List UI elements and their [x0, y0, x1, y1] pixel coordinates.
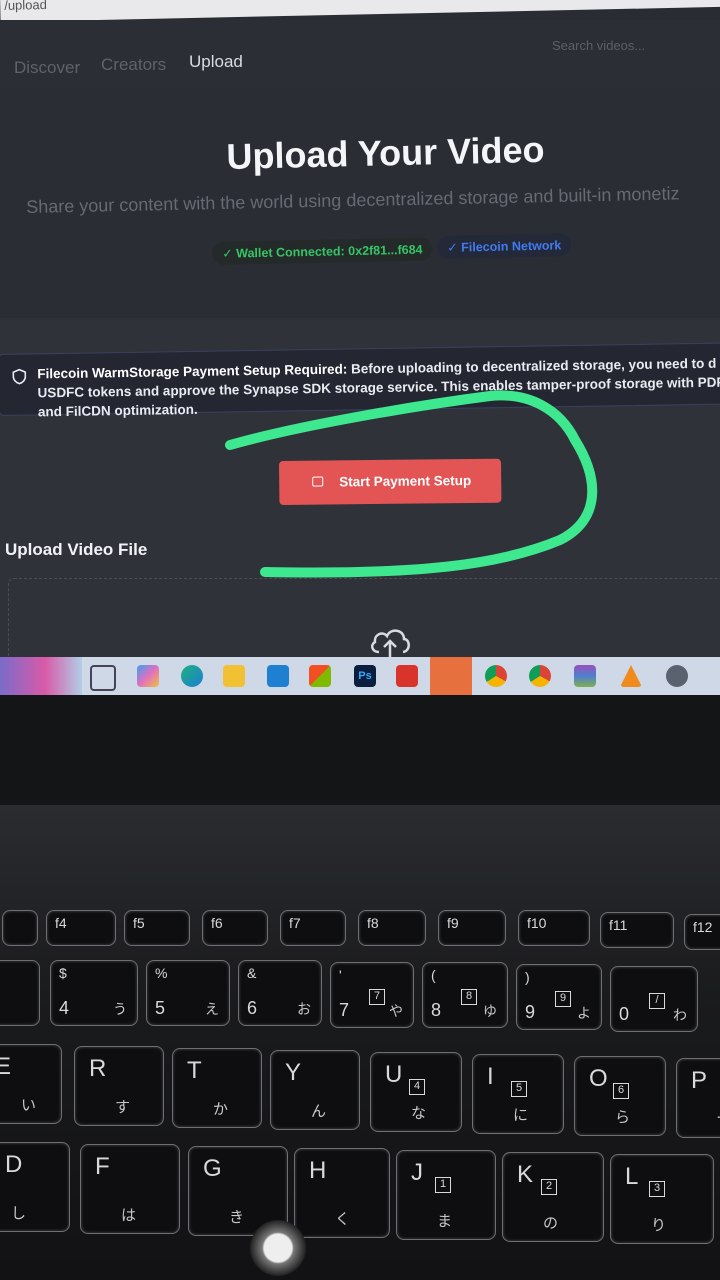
key-p[interactable]: Pせ — [676, 1058, 720, 1138]
vlc-icon[interactable] — [620, 665, 642, 687]
outlook-icon[interactable] — [267, 665, 289, 687]
store-icon[interactable] — [309, 665, 331, 687]
laptop-screen: /upload Discover Creators Upload Search … — [0, 0, 720, 695]
windows-taskbar: Ps — [0, 657, 720, 695]
edge-icon[interactable] — [181, 665, 203, 687]
winrar-icon[interactable] — [574, 665, 596, 687]
opera-icon[interactable] — [430, 657, 472, 695]
key-5[interactable]: % 5 え — [146, 960, 230, 1026]
key-f8[interactable]: f8 — [358, 910, 426, 946]
chrome-profile-icon[interactable] — [485, 665, 507, 687]
key-8[interactable]: (8 8 ゆ — [422, 962, 508, 1028]
key-h[interactable]: Hく — [294, 1148, 390, 1238]
key-f6[interactable]: f6 — [202, 910, 268, 946]
key-e[interactable]: Eい — [0, 1044, 62, 1124]
key-i[interactable]: I5に — [472, 1054, 564, 1134]
file-explorer-icon[interactable] — [223, 665, 245, 687]
key-f11[interactable]: f11 — [600, 912, 674, 948]
wallpaper-widget[interactable] — [0, 657, 82, 695]
key-4[interactable]: $4 う — [50, 960, 138, 1026]
copilot-icon[interactable] — [137, 665, 159, 687]
key-d[interactable]: Dし — [0, 1142, 70, 1232]
laptop-bezel — [0, 695, 720, 805]
key-fn-lock[interactable] — [2, 910, 38, 946]
trackpoint-nub[interactable] — [250, 1220, 306, 1276]
key-t[interactable]: Tか — [172, 1048, 262, 1128]
key-f5[interactable]: f5 — [124, 910, 190, 946]
key-u[interactable]: U4な — [370, 1052, 462, 1132]
key-j[interactable]: J1ま — [396, 1150, 496, 1240]
key-6[interactable]: & 6 お — [238, 960, 322, 1026]
wps-icon[interactable] — [396, 665, 418, 687]
key-9[interactable]: ) 9 9 よ — [516, 964, 602, 1030]
key-f4[interactable]: f4 — [46, 910, 116, 946]
key-f7[interactable]: f7 — [280, 910, 346, 946]
key-f12[interactable]: f12 — [684, 914, 720, 950]
key-l[interactable]: L3り — [610, 1154, 714, 1244]
task-view-icon[interactable] — [90, 665, 116, 691]
key-f9[interactable]: f9 — [438, 910, 506, 946]
key-r[interactable]: Rす — [74, 1046, 164, 1126]
key-0[interactable]: /0 わ — [610, 966, 698, 1032]
key-y[interactable]: Yん — [270, 1050, 360, 1130]
key-7[interactable]: ' 7 7 や — [330, 962, 414, 1028]
settings-icon[interactable] — [666, 665, 688, 687]
key-f[interactable]: Fは — [80, 1144, 180, 1234]
key-f10[interactable]: f10 — [518, 910, 590, 946]
key-k[interactable]: K2の — [502, 1152, 604, 1242]
key-o[interactable]: O6ら — [574, 1056, 666, 1136]
key-3[interactable] — [0, 960, 40, 1026]
green-annotation-stroke — [225, 390, 598, 578]
chrome-icon[interactable] — [529, 665, 551, 687]
photoshop-icon[interactable]: Ps — [354, 665, 376, 687]
